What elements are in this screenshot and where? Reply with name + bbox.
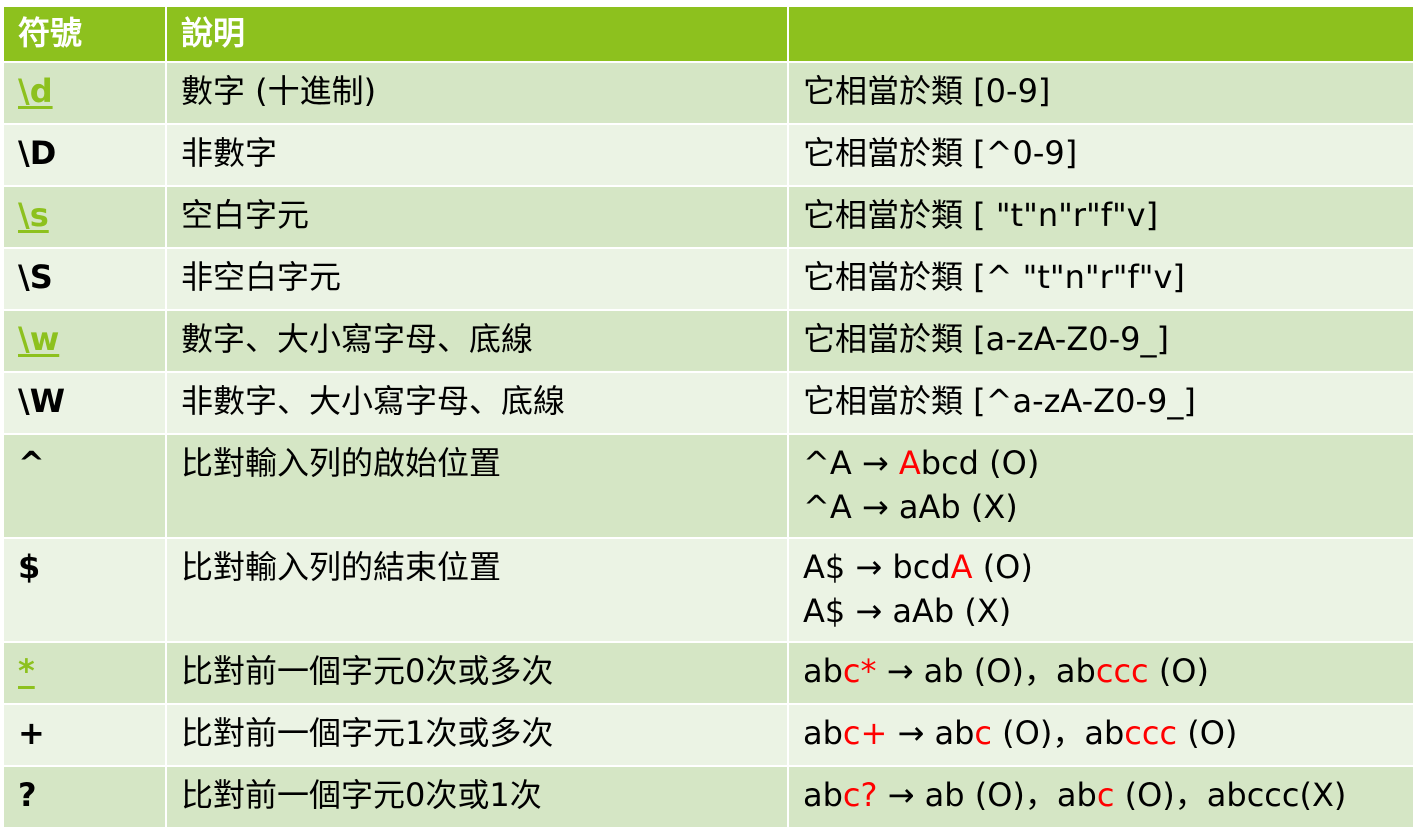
example-cell: 它相當於類 [ "t"n"r"f"v] xyxy=(787,185,1415,249)
match-highlight: ccc xyxy=(1095,652,1149,690)
example-line: A$ → bcdA (O) xyxy=(803,545,1412,589)
example-text: (O) xyxy=(972,548,1033,586)
example-line: ^A → Abcd (O) xyxy=(803,441,1412,485)
match-highlight: A xyxy=(898,444,921,482)
symbol-link[interactable]: \s xyxy=(2,185,167,249)
table-row: ? 比對前一個字元0次或1次 abc? → ab (O)，abc (O)，abc… xyxy=(2,765,1415,829)
example-text: → ab xyxy=(887,714,975,752)
example-text: → ab (O)，ab xyxy=(877,776,1097,814)
match-highlight: c+ xyxy=(842,714,888,752)
example-cell: 它相當於類 [a-zA-Z0-9_] xyxy=(787,309,1415,373)
symbol-link[interactable]: \w xyxy=(2,309,167,373)
example-line: ^A → aAb (X) xyxy=(803,485,1412,529)
description-cell: 比對輸入列的結束位置 xyxy=(165,537,789,643)
regex-symbol-table: 符號 說明 \d 數字 (十進制) 它相當於類 [0-9] \D 非數字 它相當… xyxy=(2,5,1415,829)
example-cell: abc? → ab (O)，abc (O)，abccc(X) xyxy=(787,765,1415,829)
header-row: 符號 說明 xyxy=(2,5,1415,63)
description-cell: 比對輸入列的啟始位置 xyxy=(165,433,789,539)
description-cell: 空白字元 xyxy=(165,185,789,249)
table-row: \w 數字、大小寫字母、底線 它相當於類 [a-zA-Z0-9_] xyxy=(2,309,1415,373)
example-text: ab xyxy=(803,652,843,690)
example-cell: abc* → ab (O)，abccc (O) xyxy=(787,641,1415,705)
description-cell: 數字 (十進制) xyxy=(165,61,789,125)
description-cell: 數字、大小寫字母、底線 xyxy=(165,309,789,373)
table-row: * 比對前一個字元0次或多次 abc* → ab (O)，abccc (O) xyxy=(2,641,1415,705)
example-text: A$ → bcd xyxy=(803,548,951,586)
example-text: (O) xyxy=(1177,714,1238,752)
example-text: ^A → aAb (X) xyxy=(803,488,1018,526)
example-text: ^A → xyxy=(803,444,899,482)
example-text: bcd (O) xyxy=(920,444,1040,482)
table-row: \D 非數字 它相當於類 [^0-9] xyxy=(2,123,1415,187)
table-row: $ 比對輸入列的結束位置 A$ → bcdA (O) A$ → aAb (X) xyxy=(2,537,1415,643)
example-cell: abc+ → abc (O)，abccc (O) xyxy=(787,703,1415,767)
symbol-link[interactable]: \d xyxy=(2,61,167,125)
symbol-cell: $ xyxy=(2,537,167,643)
match-highlight: c? xyxy=(842,776,878,814)
example-cell: A$ → bcdA (O) A$ → aAb (X) xyxy=(787,537,1415,643)
example-cell: 它相當於類 [^ "t"n"r"f"v] xyxy=(787,247,1415,311)
description-cell: 比對前一個字元1次或多次 xyxy=(165,703,789,767)
table-row: \W 非數字、大小寫字母、底線 它相當於類 [^a-zA-Z0-9_] xyxy=(2,371,1415,435)
symbol-cell: \D xyxy=(2,123,167,187)
header-description: 說明 xyxy=(165,5,789,63)
header-example xyxy=(787,5,1415,63)
example-cell: 它相當於類 [^0-9] xyxy=(787,123,1415,187)
match-highlight: c xyxy=(1096,776,1115,814)
example-text: A$ → aAb (X) xyxy=(803,592,1012,630)
example-text: ab xyxy=(803,776,843,814)
example-cell: ^A → Abcd (O) ^A → aAb (X) xyxy=(787,433,1415,539)
symbol-cell: \S xyxy=(2,247,167,311)
header-symbol: 符號 xyxy=(2,5,167,63)
description-cell: 非數字、大小寫字母、底線 xyxy=(165,371,789,435)
symbol-cell: ^ xyxy=(2,433,167,539)
example-text: (O)，ab xyxy=(992,714,1125,752)
table-row: \S 非空白字元 它相當於類 [^ "t"n"r"f"v] xyxy=(2,247,1415,311)
match-highlight: c* xyxy=(842,652,877,690)
table-row: + 比對前一個字元1次或多次 abc+ → abc (O)，abccc (O) xyxy=(2,703,1415,767)
example-cell: 它相當於類 [0-9] xyxy=(787,61,1415,125)
description-cell: 非數字 xyxy=(165,123,789,187)
description-cell: 比對前一個字元0次或多次 xyxy=(165,641,789,705)
match-highlight: c xyxy=(974,714,992,752)
description-cell: 比對前一個字元0次或1次 xyxy=(165,765,789,829)
symbol-cell: ? xyxy=(2,765,167,829)
symbol-link[interactable]: * xyxy=(2,641,167,705)
match-highlight: A xyxy=(950,548,973,586)
match-highlight: ccc xyxy=(1124,714,1178,752)
table-row: ^ 比對輸入列的啟始位置 ^A → Abcd (O) ^A → aAb (X) xyxy=(2,433,1415,539)
table-row: \s 空白字元 它相當於類 [ "t"n"r"f"v] xyxy=(2,185,1415,249)
symbol-cell: + xyxy=(2,703,167,767)
example-text: (O)，abccc(X) xyxy=(1114,776,1347,814)
example-text: → ab (O)，ab xyxy=(876,652,1096,690)
example-cell: 它相當於類 [^a-zA-Z0-9_] xyxy=(787,371,1415,435)
symbol-cell: \W xyxy=(2,371,167,435)
description-cell: 非空白字元 xyxy=(165,247,789,311)
example-text: (O) xyxy=(1148,652,1209,690)
table-row: \d 數字 (十進制) 它相當於類 [0-9] xyxy=(2,61,1415,125)
example-text: ab xyxy=(803,714,843,752)
example-line: A$ → aAb (X) xyxy=(803,589,1412,633)
